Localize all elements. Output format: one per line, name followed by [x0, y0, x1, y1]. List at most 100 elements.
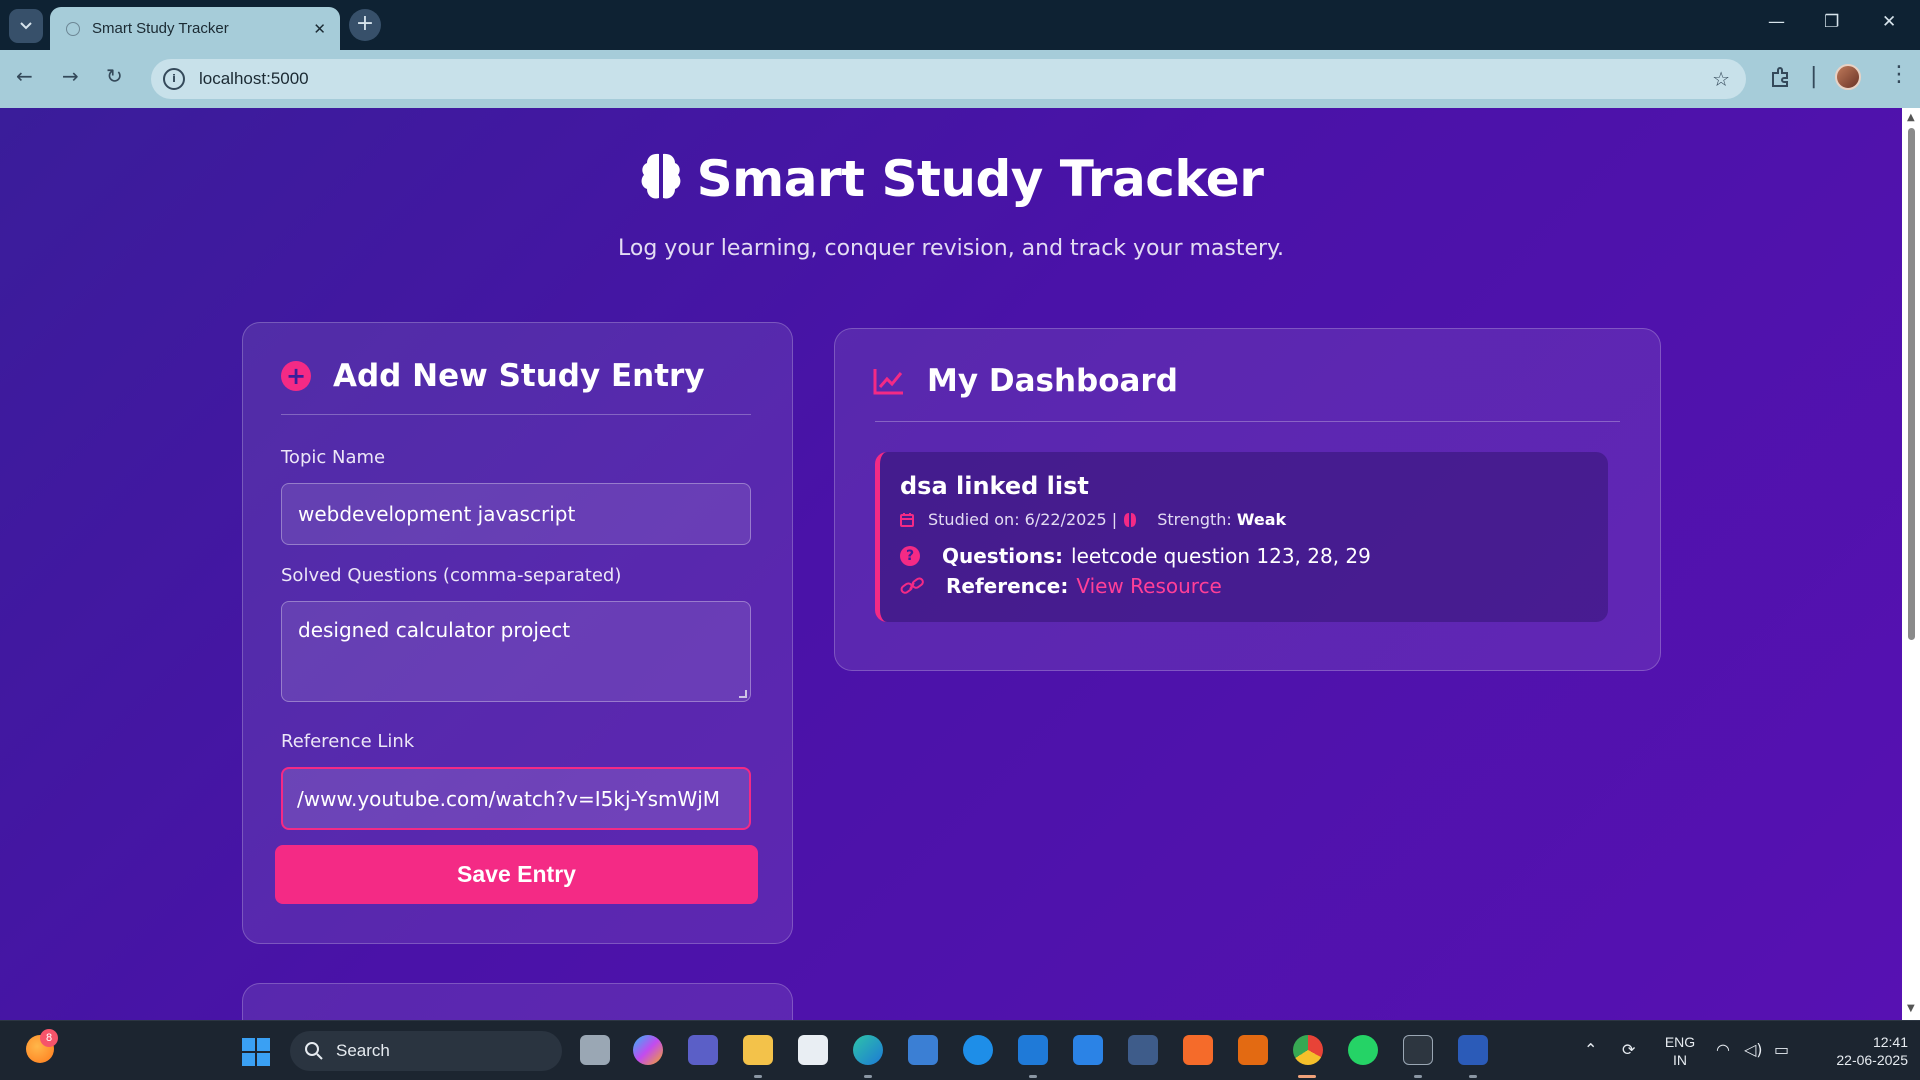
page-title-text: Smart Study Tracker — [696, 150, 1264, 208]
next-card — [242, 983, 793, 1020]
brain-small-icon — [1124, 512, 1137, 527]
divider — [281, 414, 751, 415]
page-scrollbar[interactable]: ▲ ▼ — [1902, 108, 1920, 1020]
file-explorer-icon[interactable] — [743, 1035, 773, 1065]
whatsapp-icon[interactable] — [1348, 1035, 1378, 1065]
page-subtitle: Log your learning, conquer revision, and… — [618, 236, 1284, 261]
browser-toolbar: ← → ↻ i localhost:5000 ☆ | ⋮ — [0, 50, 1920, 108]
globe-icon — [66, 21, 80, 36]
taskbar-search[interactable]: Search — [290, 1031, 562, 1071]
entry-meta: Studied on: 6/22/2025 | Strength: Weak — [900, 510, 1286, 529]
scroll-thumb[interactable] — [1908, 128, 1915, 640]
dashboard-heading: My Dashboard — [927, 363, 1178, 399]
question-circle-icon: ? — [900, 546, 920, 566]
new-tab-button[interactable]: + — [349, 9, 381, 41]
site-info-icon[interactable]: i — [163, 68, 185, 90]
study-entry-card: dsa linked list Studied on: 6/22/2025 | … — [875, 452, 1608, 622]
entry-questions-row: ? Questions: leetcode question 123, 28, … — [900, 544, 1371, 568]
brain-icon — [641, 153, 681, 199]
menu-dots-icon[interactable]: ⋮ — [1888, 62, 1910, 87]
entry-questions-value: leetcode question 123, 28, 29 — [1071, 544, 1371, 568]
close-tab-icon[interactable]: ✕ — [313, 20, 326, 38]
view-resource-link[interactable]: View Resource — [1076, 574, 1222, 598]
entry-title: dsa linked list — [900, 472, 1089, 500]
close-window-icon[interactable]: ✕ — [1882, 12, 1896, 32]
store-icon[interactable] — [798, 1035, 828, 1065]
dashboard-card: My Dashboard dsa linked list Studied on:… — [834, 328, 1661, 671]
word-icon[interactable] — [1458, 1035, 1488, 1065]
language-indicator[interactable]: ENG IN — [1660, 1033, 1700, 1069]
teams-icon[interactable] — [688, 1035, 718, 1065]
profile-avatar[interactable] — [1835, 64, 1861, 90]
chevron-down-icon — [20, 22, 32, 30]
battery-icon[interactable]: ▭ — [1774, 1040, 1789, 1059]
scroll-down-icon[interactable]: ▼ — [1907, 1003, 1915, 1014]
copilot-icon[interactable] — [633, 1035, 663, 1065]
wifi-icon[interactable]: ◠ — [1716, 1040, 1730, 1059]
terminal-icon[interactable] — [1403, 1035, 1433, 1065]
address-bar[interactable]: i localhost:5000 ☆ — [151, 59, 1746, 99]
tab-search-button[interactable] — [9, 9, 43, 43]
app-indicator — [1029, 1075, 1037, 1078]
browser-tab[interactable]: Smart Study Tracker ✕ — [50, 7, 340, 50]
dashboard-header: My Dashboard — [873, 363, 1178, 399]
start-button[interactable] — [242, 1038, 270, 1066]
resize-grip-icon[interactable] — [739, 690, 747, 698]
page-title: Smart Study Tracker — [0, 150, 1902, 208]
entry-strength-value: Weak — [1236, 510, 1287, 529]
reload-icon[interactable]: ↻ — [106, 64, 123, 88]
app-indicator — [1414, 1075, 1422, 1078]
minimize-icon[interactable]: — — [1768, 12, 1785, 32]
scroll-up-icon[interactable]: ▲ — [1907, 112, 1915, 123]
search-label: Search — [336, 1041, 390, 1060]
reference-label: Reference Link — [281, 731, 415, 752]
link-icon — [900, 577, 924, 594]
entry-questions-label: Questions: — [942, 544, 1064, 568]
topic-input[interactable]: webdevelopment javascript — [281, 483, 751, 545]
notepad-icon[interactable] — [1073, 1035, 1103, 1065]
taskbar: 8 Search ⌃ ⟳ ENG IN ◠ ◁) ▭ 12:41 22-06-2… — [0, 1020, 1920, 1080]
entry-reference-label: Reference: — [946, 574, 1069, 598]
app-indicator-active — [1298, 1075, 1316, 1078]
clock[interactable]: 12:41 22-06-2025 — [1808, 1033, 1908, 1069]
volume-icon[interactable]: ◁) — [1744, 1040, 1763, 1059]
reference-input[interactable]: /www.youtube.com/watch?v=I5kj-YsmWjM — [281, 767, 751, 830]
task-view-icon[interactable] — [580, 1035, 610, 1065]
save-entry-button[interactable]: Save Entry — [275, 845, 758, 904]
back-arrow-icon[interactable]: ← — [16, 64, 33, 88]
lang-top: ENG — [1664, 1034, 1696, 1050]
tab-title: Smart Study Tracker — [92, 20, 229, 37]
add-entry-card: + Add New Study Entry Topic Name webdeve… — [242, 322, 793, 944]
toolbar-divider: | — [1810, 64, 1818, 89]
url-text[interactable]: localhost:5000 — [199, 69, 1712, 89]
lang-bottom: IN — [1673, 1052, 1687, 1068]
divider — [875, 421, 1620, 422]
clock-date: 22-06-2025 — [1836, 1052, 1908, 1068]
sync-icon[interactable]: ⟳ — [1622, 1040, 1635, 1059]
search-icon — [305, 1042, 323, 1060]
mysql-icon[interactable] — [908, 1035, 938, 1065]
questions-label: Solved Questions (comma-separated) — [281, 565, 622, 586]
clock-time: 12:41 — [1872, 1034, 1908, 1050]
questions-text: designed calculator project — [298, 618, 571, 642]
chrome-icon[interactable] — [1293, 1035, 1323, 1065]
vscode-icon[interactable] — [1018, 1035, 1048, 1065]
notification-badge: 8 — [40, 1029, 58, 1047]
dev-home-icon[interactable] — [1128, 1035, 1158, 1065]
chevron-up-icon[interactable]: ⌃ — [1584, 1040, 1597, 1059]
questions-textarea[interactable]: designed calculator project — [281, 601, 751, 702]
tab-strip: Smart Study Tracker ✕ + — ❐ ✕ — [0, 0, 1920, 50]
xampp-icon[interactable] — [1183, 1035, 1213, 1065]
app-indicator — [754, 1075, 762, 1078]
app-indicator — [1469, 1075, 1477, 1078]
extensions-icon[interactable] — [1770, 66, 1792, 93]
bookmark-star-icon[interactable]: ☆ — [1712, 67, 1730, 91]
app-indicator — [864, 1075, 872, 1078]
help-icon[interactable] — [963, 1035, 993, 1065]
restore-icon[interactable]: ❐ — [1824, 12, 1839, 32]
edge-icon[interactable] — [853, 1035, 883, 1065]
forward-arrow-icon[interactable]: → — [62, 64, 79, 88]
sublime-icon[interactable] — [1238, 1035, 1268, 1065]
calendar-icon — [900, 513, 914, 527]
page: Smart Study Tracker Log your learning, c… — [0, 108, 1902, 1020]
